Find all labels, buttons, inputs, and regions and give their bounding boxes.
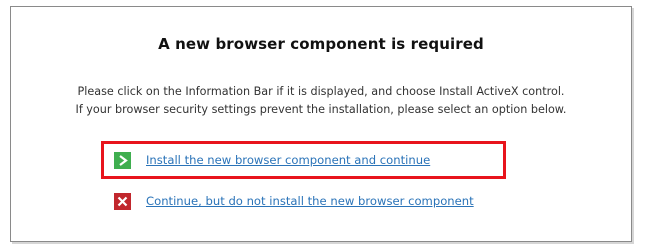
dialog-message: Please click on the Information Bar if i… xyxy=(11,83,631,119)
install-component-link[interactable]: Install the new browser component and co… xyxy=(146,153,430,167)
message-line-1: Please click on the Information Bar if i… xyxy=(77,85,565,98)
red-x-icon xyxy=(114,192,131,210)
install-component-option[interactable]: Install the new browser component and co… xyxy=(101,141,506,179)
green-arrow-icon xyxy=(114,151,131,169)
message-line-2: If your browser security settings preven… xyxy=(75,103,567,116)
dialog-title: A new browser component is required xyxy=(158,35,484,53)
skip-install-link[interactable]: Continue, but do not install the new bro… xyxy=(146,194,474,208)
skip-install-option[interactable]: Continue, but do not install the new bro… xyxy=(111,189,571,213)
